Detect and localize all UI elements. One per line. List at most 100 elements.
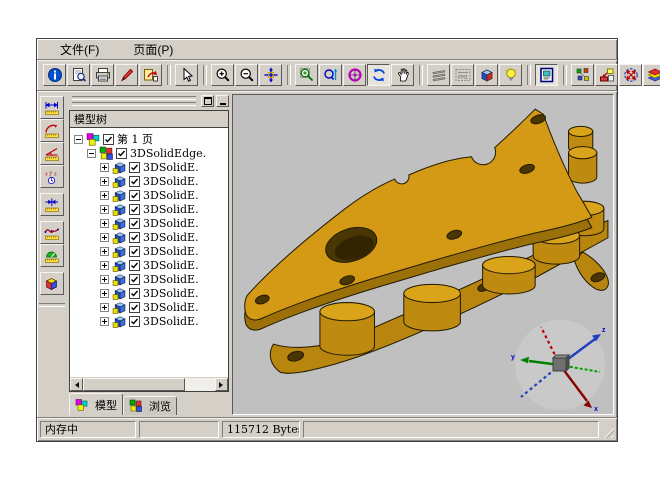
menu-item-file[interactable]: 文件(F) xyxy=(57,40,102,59)
menu-item-page[interactable]: 页面(P) xyxy=(130,40,176,59)
expand-icon[interactable] xyxy=(100,177,109,186)
tree-node-part[interactable]: 3DSolidE. xyxy=(70,272,228,286)
pmi-button[interactable]: PMI xyxy=(451,64,474,86)
node-checkbox[interactable] xyxy=(129,190,140,201)
tree-node-part[interactable]: 3DSolidE. xyxy=(70,286,228,300)
layers-button[interactable] xyxy=(427,64,450,86)
parts-assembly-button[interactable] xyxy=(571,64,594,86)
collapse-icon[interactable] xyxy=(87,149,96,158)
scroll-right-button[interactable] xyxy=(215,378,228,391)
rotate-center-button[interactable] xyxy=(343,64,366,86)
dim-linear-button[interactable] xyxy=(40,96,64,119)
expand-icon[interactable] xyxy=(100,261,109,270)
zoom-in-button[interactable] xyxy=(211,64,234,86)
markup-pen-button[interactable] xyxy=(115,64,138,86)
node-checkbox[interactable] xyxy=(129,316,140,327)
node-checkbox[interactable] xyxy=(129,162,140,173)
node-label[interactable]: 3DSolidE. xyxy=(143,287,199,300)
tree-node-part[interactable]: 3DSolidE. xyxy=(70,230,228,244)
node-label[interactable]: 3DSolidE. xyxy=(143,189,199,202)
render-cube-button[interactable] xyxy=(475,64,498,86)
node-label[interactable]: 第 1 页 xyxy=(117,131,153,147)
node-checkbox[interactable] xyxy=(103,134,114,145)
node-label[interactable]: 3DSolidE. xyxy=(143,203,199,216)
tree-node-assembly[interactable]: 3DSolidEdge. xyxy=(70,146,228,160)
node-label[interactable]: 3DSolidE. xyxy=(143,231,199,244)
rotate-view-button[interactable] xyxy=(367,64,390,86)
node-checkbox[interactable] xyxy=(129,232,140,243)
expand-icon[interactable] xyxy=(100,317,109,326)
section-button[interactable] xyxy=(643,64,660,86)
node-label[interactable]: 3DSolidE. xyxy=(143,161,199,174)
scroll-track[interactable] xyxy=(185,378,215,391)
expand-icon[interactable] xyxy=(100,233,109,242)
node-label[interactable]: 3DSolidE. xyxy=(143,301,199,314)
tree-node-part[interactable]: 3DSolidE. xyxy=(70,202,228,216)
expand-icon[interactable] xyxy=(100,205,109,214)
zoom-origin-button[interactable] xyxy=(259,64,282,86)
rebar-maximize-button[interactable] xyxy=(201,95,214,107)
expand-icon[interactable] xyxy=(100,289,109,298)
zoom-window-button[interactable] xyxy=(295,64,318,86)
tree-node-part[interactable]: 3DSolidE. xyxy=(70,300,228,314)
dim-xyz-button[interactable]: xyz xyxy=(40,165,64,188)
node-checkbox[interactable] xyxy=(129,288,140,299)
node-checkbox[interactable] xyxy=(116,148,127,159)
zoom-out-button[interactable] xyxy=(235,64,258,86)
tree-node-part[interactable]: 3DSolidE. xyxy=(70,174,228,188)
node-label[interactable]: 3DSolidE. xyxy=(143,273,199,286)
tree-node-part[interactable]: 3DSolidE. xyxy=(70,258,228,272)
dim-gauge-button[interactable] xyxy=(40,244,64,267)
export-button[interactable] xyxy=(139,64,162,86)
node-checkbox[interactable] xyxy=(129,246,140,257)
tree-node-part[interactable]: 3DSolidE. xyxy=(70,216,228,230)
tab-model[interactable]: 模型 xyxy=(69,393,123,415)
dim-curve-button[interactable] xyxy=(40,221,64,244)
info-button[interactable] xyxy=(43,64,66,86)
tab-browse[interactable]: 浏览 xyxy=(123,396,177,415)
axis-trackball[interactable]: z x y xyxy=(505,317,614,413)
node-label[interactable]: 3DSolidE. xyxy=(143,217,199,230)
collapse-icon[interactable] xyxy=(74,135,83,144)
move-part-button[interactable] xyxy=(595,64,618,86)
zoom-query-button[interactable] xyxy=(319,64,342,86)
expand-icon[interactable] xyxy=(100,219,109,228)
rebar-minimize-button[interactable] xyxy=(216,95,229,107)
pan-hand-button[interactable] xyxy=(391,64,414,86)
expand-icon[interactable] xyxy=(100,275,109,284)
expand-icon[interactable] xyxy=(100,247,109,256)
print-button[interactable] xyxy=(91,64,114,86)
dim-angle-button[interactable] xyxy=(40,142,64,165)
node-label[interactable]: 3DSolidE. xyxy=(143,245,199,258)
node-checkbox[interactable] xyxy=(129,204,140,215)
scroll-thumb[interactable] xyxy=(83,378,185,391)
expand-icon[interactable] xyxy=(100,303,109,312)
viewport[interactable]: z x y xyxy=(232,94,614,415)
node-checkbox[interactable] xyxy=(129,274,140,285)
select-arrow-button[interactable] xyxy=(175,64,198,86)
tree-node-part[interactable]: 3DSolidE. xyxy=(70,188,228,202)
node-label[interactable]: 3DSolidE. xyxy=(143,315,199,328)
scroll-left-button[interactable] xyxy=(70,378,83,391)
expand-icon[interactable] xyxy=(100,163,109,172)
dim-radius-button[interactable] xyxy=(40,119,64,142)
tree-node-part[interactable]: 3DSolidE. xyxy=(70,244,228,258)
resize-grip[interactable] xyxy=(602,426,614,438)
dim-distance-button[interactable] xyxy=(40,193,64,216)
node-checkbox[interactable] xyxy=(129,302,140,313)
print-preview-button[interactable] xyxy=(67,64,90,86)
light-button[interactable] xyxy=(499,64,522,86)
node-label[interactable]: 3DSolidEdge. xyxy=(130,147,206,160)
rebar-grip[interactable] xyxy=(72,96,196,106)
tree-node-page[interactable]: 第 1 页 xyxy=(70,132,228,146)
node-checkbox[interactable] xyxy=(129,260,140,271)
node-label[interactable]: 3DSolidE. xyxy=(143,259,199,272)
notebook-button[interactable] xyxy=(535,64,558,86)
node-checkbox[interactable] xyxy=(129,176,140,187)
expand-icon[interactable] xyxy=(100,191,109,200)
explode-button[interactable] xyxy=(619,64,642,86)
node-label[interactable]: 3DSolidE. xyxy=(143,175,199,188)
material-cube-button[interactable] xyxy=(40,272,64,295)
tree-node-part[interactable]: 3DSolidE. xyxy=(70,160,228,174)
node-checkbox[interactable] xyxy=(129,218,140,229)
